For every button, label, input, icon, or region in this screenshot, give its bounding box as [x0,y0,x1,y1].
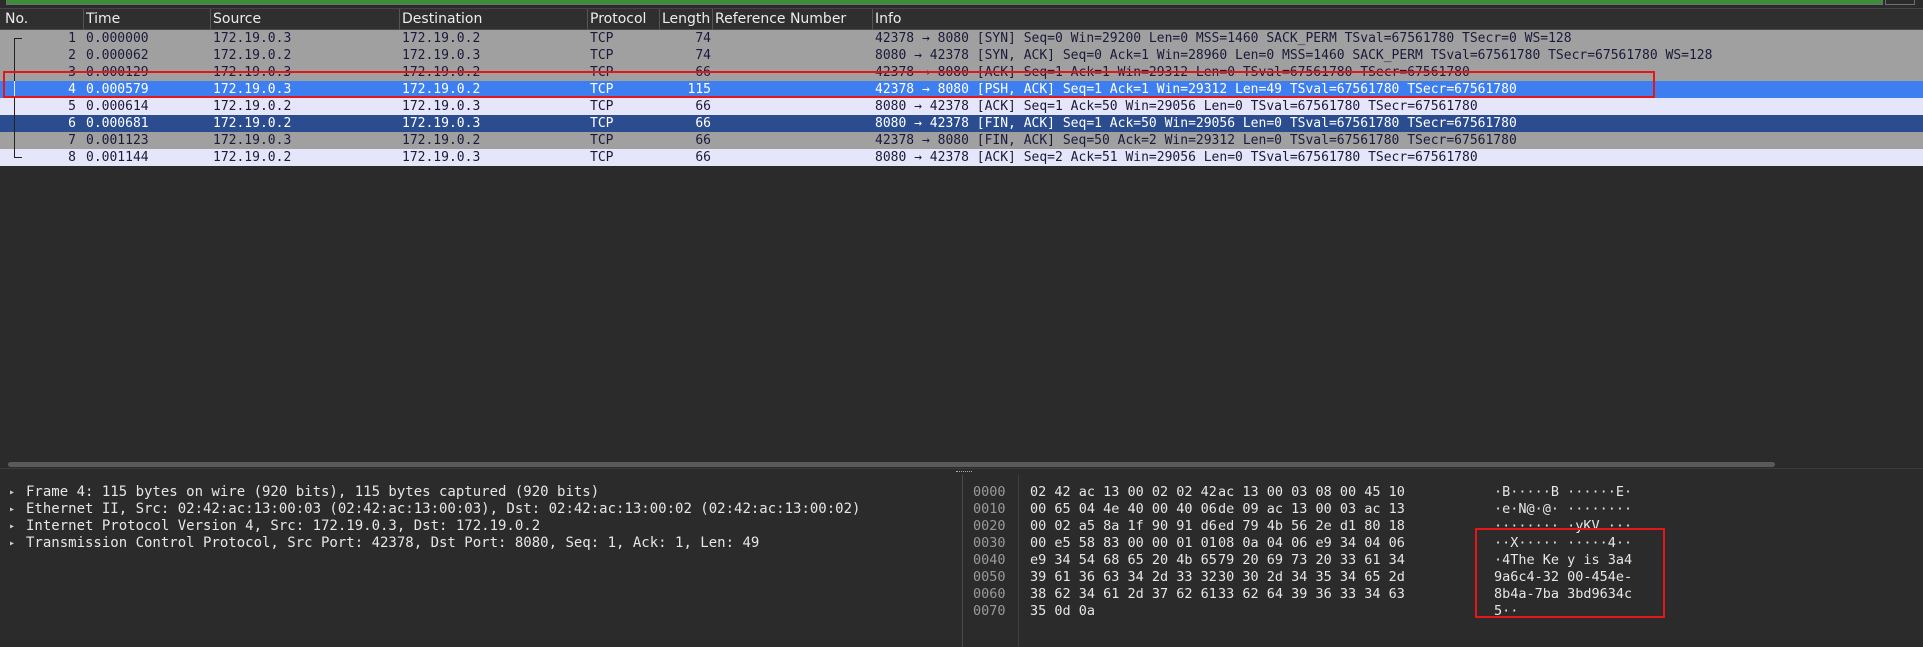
splitter-grip-icon[interactable] [956,471,972,474]
packet-length: 66 [695,65,711,80]
packet-info: 42378 → 8080 [SYN] Seq=0 Win=29200 Len=0… [875,31,1572,46]
col-header-info[interactable]: Info [875,11,902,27]
byte-offset: 0050 [973,569,1006,585]
packet-row[interactable]: 3 0.000129 172.19.0.3 172.19.0.2 TCP 66 42378 … [0,64,1923,81]
col-header-reference[interactable]: Reference Number [715,11,846,27]
ascii-bytes[interactable]: 5·· [1494,603,1518,620]
hex-bytes[interactable]: 00 e5 58 83 00 00 01 01 [1030,535,1217,552]
packet-list[interactable]: No. Time Source Destination Protocol Len… [0,8,1923,464]
hex-bytes[interactable]: 39 61 36 63 34 2d 33 32 [1030,569,1217,586]
packet-info: 42378 → 8080 [ACK] Seq=1 Ack=1 Win=29312… [875,65,1470,80]
detail-label: Internet Protocol Version 4, Src: 172.19… [26,518,541,534]
ascii-bytes[interactable]: ········ ·yKV.··· [1494,518,1632,535]
packet-list-header: No. Time Source Destination Protocol Len… [0,9,1923,30]
expand-arrow-icon[interactable]: ▸ [9,501,15,518]
hex-bytes[interactable]: de 09 ac 13 00 03 ac 13 [1218,501,1405,518]
hex-bytes[interactable]: 00 02 a5 8a 1f 90 91 d6 [1030,518,1217,535]
byte-offset: 0020 [973,518,1006,534]
detail-tree-item[interactable]: ▸ Frame 4: 115 bytes on wire (920 bits), … [0,484,960,501]
packet-length: 66 [695,116,711,131]
detail-label: Transmission Control Protocol, Src Port:… [26,535,760,551]
packet-row[interactable]: 1 0.000000 172.19.0.3 172.19.0.2 TCP 74 42378 … [0,30,1923,47]
ascii-bytes[interactable]: 9a6c4-32 00-454e- [1494,569,1632,586]
ascii-bytes[interactable]: ··X····· ·····4·· [1494,535,1632,552]
packet-length: 115 [687,82,711,97]
packet-length: 74 [695,31,711,46]
packet-info: 8080 → 42378 [ACK] Seq=1 Ack=50 Win=2905… [875,99,1478,114]
packet-row[interactable]: 5 0.000614 172.19.0.2 172.19.0.3 TCP 66 8080 →… [0,98,1923,115]
detail-tree-item[interactable]: ▸ Internet Protocol Version 4, Src: 172.1… [0,518,960,535]
hex-bytes[interactable]: 02 42 ac 13 00 02 02 42 [1030,484,1217,501]
packet-bytes-pane: 0000 0010 0020 0030 0040 0050 0060 0070 02 42 a… [963,475,1923,647]
byte-offset: 0030 [973,535,1006,551]
detail-tree-item[interactable]: ▸ Ethernet II, Src: 02:42:ac:13:00:03 (02… [0,501,960,518]
packet-info: 8080 → 42378 [FIN, ACK] Seq=1 Ack=50 Win… [875,116,1517,131]
packet-info: 42378 → 8080 [FIN, ACK] Seq=50 Ack=2 Win… [875,133,1517,148]
packet-row[interactable]: 6 0.000681 172.19.0.2 172.19.0.3 TCP 66 8080 →… [0,115,1923,132]
packet-info: 8080 → 42378 [SYN, ACK] Seq=0 Ack=1 Win=… [875,48,1713,63]
detail-tree-item[interactable]: ▸ Transmission Control Protocol, Src Port… [0,535,960,552]
ascii-bytes[interactable]: 8b4a-7ba 3bd9634c [1494,586,1632,603]
packet-details-pane: ▸ Frame 4: 115 bytes on wire (920 bits), … [0,475,960,647]
detail-label: Ethernet II, Src: 02:42:ac:13:00:03 (02:… [26,501,861,517]
packet-row[interactable]: 7 0.001123 172.19.0.3 172.19.0.2 TCP 66 42378 … [0,132,1923,149]
hex-bytes[interactable]: 79 20 69 73 20 33 61 34 [1218,552,1405,569]
packet-length: 66 [695,150,711,165]
packet-length: 74 [695,48,711,63]
packet-row[interactable]: 4 0.000579 172.19.0.3 172.19.0.2 TCP 115 42378… [0,81,1923,98]
detail-label: Frame 4: 115 bytes on wire (920 bits), 1… [26,484,600,500]
packet-row[interactable]: 2 0.000062 172.19.0.2 172.19.0.3 TCP 74 8080 →… [0,47,1923,64]
offset-column: 0000 0010 0020 0030 0040 0050 0060 0070 [963,475,1019,647]
display-filter-bar[interactable] [0,0,1923,5]
hex-bytes[interactable]: 33 62 64 39 36 33 34 63 [1218,586,1405,603]
byte-offset: 0010 [973,501,1006,517]
expand-arrow-icon[interactable]: ▸ [9,535,15,552]
ascii-bytes[interactable]: ·B·····B ······E· [1494,484,1632,501]
col-header-time[interactable]: Time [86,11,120,27]
expand-arrow-icon[interactable]: ▸ [9,518,15,535]
ascii-bytes[interactable]: ·4The Ke y is 3a4 [1494,552,1632,569]
ascii-bytes[interactable]: ·e·N@·@· ········ [1494,501,1632,518]
horizontal-scrollbar[interactable] [8,462,1775,467]
hex-bytes[interactable]: 38 62 34 61 2d 37 62 61 [1030,586,1217,603]
byte-offset: 0000 [973,484,1006,500]
hex-bytes[interactable]: 35 0d 0a [1030,603,1095,620]
packet-info: 42378 → 8080 [PSH, ACK] Seq=1 Ack=1 Win=… [875,82,1517,97]
packet-length: 66 [695,99,711,114]
hex-bytes[interactable]: ed 79 4b 56 2e d1 80 18 [1218,518,1405,535]
hex-bytes[interactable]: 00 65 04 4e 40 00 40 06 [1030,501,1217,518]
col-header-protocol[interactable]: Protocol [590,11,646,27]
byte-offset: 0070 [973,603,1006,619]
packet-length: 66 [695,133,711,148]
packet-info: 8080 → 42378 [ACK] Seq=2 Ack=51 Win=2905… [875,150,1478,165]
col-header-no[interactable]: No. [5,11,28,27]
hex-bytes[interactable]: 30 30 2d 34 35 34 65 2d [1218,569,1405,586]
packet-rows: 1 0.000000 172.19.0.3 172.19.0.2 TCP 74 42378 … [0,30,1923,166]
packet-row[interactable]: 8 0.001144 172.19.0.2 172.19.0.3 TCP 66 8080 →… [0,149,1923,166]
col-header-destination[interactable]: Destination [402,11,482,27]
hex-bytes[interactable]: 08 0a 04 06 e9 34 04 06 [1218,535,1405,552]
byte-offset: 0040 [973,552,1006,568]
hex-bytes[interactable]: e9 34 54 68 65 20 4b 65 [1030,552,1217,569]
byte-offset: 0060 [973,586,1006,602]
col-header-source[interactable]: Source [213,11,261,27]
hex-bytes[interactable]: ac 13 00 03 08 00 45 10 [1218,484,1405,501]
expand-arrow-icon[interactable]: ▸ [9,484,15,501]
col-header-length[interactable]: Length [662,11,710,27]
